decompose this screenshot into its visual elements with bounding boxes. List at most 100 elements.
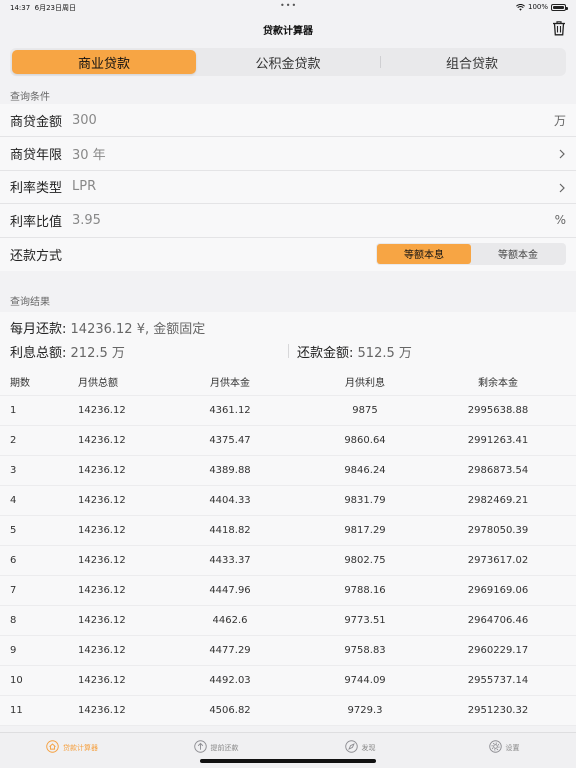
loan-amount-label: 商贷金额 [10,114,63,130]
navigation-bar: 贷款计算器 [0,14,576,44]
tab-loan-calculator[interactable]: 贷款计算器 [0,733,144,768]
cell-remaining-principal: 2960229.17 [467,645,529,656]
option-equal-installment[interactable]: 等额本息 [377,243,471,264]
gear-icon [488,740,502,753]
rate-type-row[interactable]: 利率类型 LPR [0,171,576,205]
cell-period: 7 [10,585,17,596]
status-time: 14:37 6月23日周日 [10,4,77,12]
cell-monthly-total: 14236.12 [78,585,126,596]
total-repayment: 还款金额: 512.5 万 [297,342,412,361]
table-row: 2 14236.12 4375.47 9860.64 2991263.41 [0,426,576,456]
cell-monthly-principal: 4361.12 [209,405,251,416]
interest-rate-unit: % [554,213,566,228]
trash-icon[interactable] [552,20,566,36]
cell-remaining-principal: 2978050.39 [467,525,529,536]
cell-remaining-principal: 2982469.21 [467,495,529,506]
cell-monthly-total: 14236.12 [78,645,126,656]
interest-rate-label: 利率比值 [10,214,63,230]
cell-period: 2 [10,435,17,446]
header-remaining-principal: 剩余本金 [478,378,518,389]
header-period: 期数 [10,378,30,389]
total-repayment-label: 还款金额: [297,346,354,361]
cell-period: 1 [10,405,17,416]
cell-monthly-principal: 4418.82 [209,525,251,536]
chevron-right-icon [559,183,565,193]
monthly-payment-label: 每月还款: [10,322,67,337]
cell-monthly-principal: 4389.88 [209,465,251,476]
total-repayment-value: 512.5 万 [357,346,412,361]
loan-amount-input[interactable]: 300 [72,113,97,128]
cell-period: 9 [10,645,17,656]
total-interest-label: 利息总额: [10,346,67,361]
cell-monthly-principal: 4492.03 [209,675,251,686]
cell-monthly-total: 14236.12 [78,525,126,536]
battery-percent: 100% [527,3,548,11]
loan-type-segmented-control: 商业贷款 公积金贷款 组合贷款 [10,48,566,76]
cell-monthly-interest: 9802.75 [344,555,386,566]
cell-monthly-principal: 4404.33 [209,495,251,506]
cell-monthly-interest: 9744.09 [344,675,386,686]
cell-monthly-principal: 4462.6 [212,615,248,626]
interest-rate-row[interactable]: 利率比值 3.95 % [0,204,576,238]
cell-monthly-total: 14236.12 [78,495,126,506]
repayment-schedule-table[interactable]: 期数 月供总额 月供本金 月供利息 剩余本金 1 14236.12 4361.12 9… [0,368,576,726]
repayment-method-label: 还款方式 [10,248,63,264]
battery-icon [551,3,568,11]
cell-period: 5 [10,525,17,536]
result-section-title: 查询结果 [10,297,50,308]
wifi-icon [515,3,525,11]
multitasking-dots[interactable]: ••• [280,1,297,10]
cell-monthly-interest: 9831.79 [344,495,386,506]
tab-provident-fund-loan[interactable]: 公积金贷款 [196,50,380,74]
monthly-payment: 每月还款: 14236.12 ¥, 金额固定 [10,318,205,337]
chevron-right-icon [559,149,565,159]
home-indicator[interactable] [200,759,376,763]
cell-remaining-principal: 2955737.14 [467,675,529,686]
table-row: 8 14236.12 4462.6 9773.51 2964706.46 [0,606,576,636]
header-monthly-principal: 月供本金 [210,378,250,389]
cell-remaining-principal: 2969169.06 [467,585,529,596]
loan-years-value: 30 年 [72,148,106,164]
cell-monthly-principal: 4447.96 [209,585,251,596]
total-interest: 利息总额: 212.5 万 [10,342,125,361]
loan-amount-row[interactable]: 商贷金额 300 万 [0,104,576,138]
loan-amount-unit: 万 [553,113,566,128]
rate-type-label: 利率类型 [10,181,63,197]
cell-monthly-interest: 9758.83 [344,645,386,656]
cell-monthly-interest: 9817.29 [344,525,386,536]
cell-monthly-principal: 4433.37 [209,555,251,566]
table-body: 1 14236.12 4361.12 9875 2995638.88 2 14236.12 4… [0,396,576,726]
interest-rate-input[interactable]: 3.95 [72,213,101,228]
tab-commercial-loan[interactable]: 商业贷款 [12,50,196,74]
monthly-payment-value: 14236.12 ¥, 金额固定 [70,322,206,337]
tab-settings[interactable]: 设置 [432,733,576,768]
table-row: 10 14236.12 4492.03 9744.09 2955737.14 [0,666,576,696]
arrow-up-circle-icon [193,740,207,753]
cell-monthly-total: 14236.12 [78,405,126,416]
cell-remaining-principal: 2951230.32 [467,705,529,716]
cell-period: 3 [10,465,17,476]
table-row: 1 14236.12 4361.12 9875 2995638.88 [0,396,576,426]
cell-monthly-interest: 9788.16 [344,585,386,596]
cell-monthly-principal: 4506.82 [209,705,251,716]
header-monthly-total: 月供总额 [78,378,118,389]
tab-combined-loan[interactable]: 组合贷款 [380,50,564,74]
cell-remaining-principal: 2986873.54 [467,465,529,476]
header-monthly-interest: 月供利息 [345,378,385,389]
loan-years-row[interactable]: 商贷年限 30 年 [0,137,576,171]
tab-early-repayment-label: 提前还款 [210,744,239,752]
home-icon [46,740,59,753]
query-section-title: 查询条件 [10,92,50,103]
cell-monthly-total: 14236.12 [78,435,126,446]
cell-period: 4 [10,495,17,506]
query-form: 商贷金额 300 万 商贷年限 30 年 利率类型 LPR 利率比值 3.95 … [0,104,576,271]
cell-monthly-total: 14236.12 [78,615,126,626]
cell-monthly-total: 14236.12 [78,675,126,686]
cell-period: 8 [10,615,17,626]
total-interest-value: 212.5 万 [70,346,125,361]
compass-icon [344,740,358,753]
cell-monthly-interest: 9875 [352,405,378,416]
table-row: 6 14236.12 4433.37 9802.75 2973617.02 [0,546,576,576]
option-equal-principal[interactable]: 等额本金 [471,244,565,264]
status-bar: 14:37 6月23日周日 ••• 100% [0,0,576,14]
